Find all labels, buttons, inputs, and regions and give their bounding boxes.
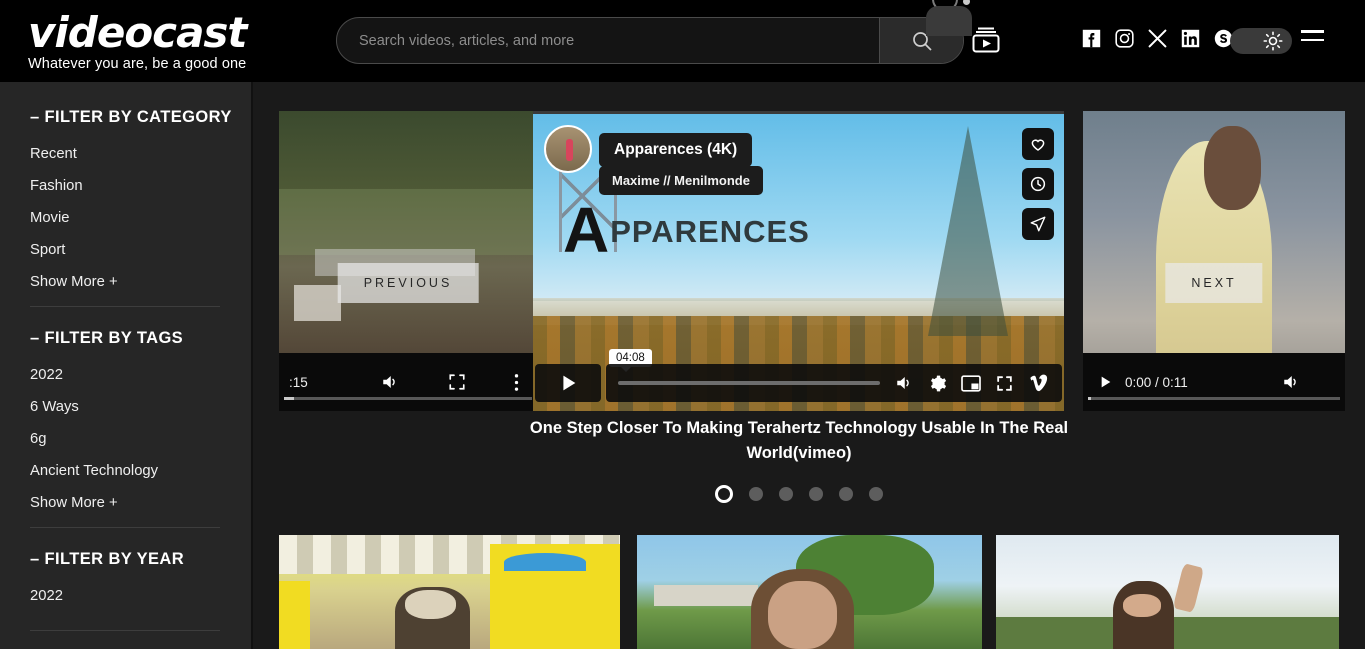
next-progress-bar[interactable]	[1088, 397, 1340, 400]
video-carousel: PREVIOUS :15 APPARENCES Apparences (4K) …	[252, 82, 1365, 503]
avatar[interactable]	[544, 125, 592, 173]
previous-progress-bar[interactable]	[284, 397, 532, 400]
filter-title: – FILTER BY YEAR	[30, 550, 185, 568]
filter-group-category: – FILTER BY CATEGORY Recent Fashion Movi…	[30, 108, 252, 290]
sidebar-show-more-tags[interactable]: Show More +	[30, 495, 252, 511]
eiffel-tower-shape	[928, 125, 1008, 336]
volume-icon[interactable]	[380, 373, 400, 391]
fullscreen-icon	[997, 375, 1012, 391]
sidebar-divider	[30, 527, 220, 528]
brand-name: videocast	[28, 7, 248, 57]
carousel-caption: One Step Closer To Making Terahertz Tech…	[529, 419, 1069, 462]
picture-in-picture-icon	[961, 374, 981, 392]
facebook-icon[interactable]	[1082, 29, 1101, 48]
linkedin-icon[interactable]	[1181, 29, 1200, 48]
previous-label: PREVIOUS	[337, 263, 479, 303]
instagram-icon[interactable]	[1115, 29, 1134, 48]
settings-button[interactable]	[928, 374, 947, 393]
next-time: 0:00 / 0:11	[1125, 374, 1188, 390]
carousel-previous-panel[interactable]: PREVIOUS :15	[279, 111, 537, 411]
filter-group-year: – FILTER BY YEAR 2022	[30, 550, 252, 604]
sidebar-show-more-category[interactable]: Show More +	[30, 274, 252, 290]
hero-progress-area[interactable]	[606, 364, 1062, 402]
filters-sidebar: – FILTER BY CATEGORY Recent Fashion Movi…	[0, 82, 252, 649]
volume-icon	[897, 377, 909, 389]
share-send-icon	[1030, 216, 1046, 232]
cast-screen-button[interactable]	[971, 26, 1001, 54]
carousel-dot-1[interactable]	[715, 485, 733, 503]
carousel-dots	[504, 485, 1094, 503]
vimeo-logo-icon	[1030, 374, 1048, 391]
main-content: PREVIOUS :15 APPARENCES Apparences (4K) …	[252, 82, 1365, 649]
site-header: videocast Whatever you are, be a good on…	[0, 0, 1365, 82]
thumbnail-woman-waving[interactable]	[996, 535, 1339, 649]
carousel-dot-2[interactable]	[749, 487, 763, 501]
play-icon	[563, 375, 576, 391]
hamburger-menu-button[interactable]	[1301, 30, 1324, 41]
watch-later-button[interactable]	[1022, 168, 1054, 200]
thumbnail-supermarket-woman[interactable]	[279, 535, 620, 649]
next-player-controls[interactable]: 0:00 / 0:11	[1083, 353, 1345, 411]
settings-gear-icon	[930, 375, 947, 391]
x-twitter-icon[interactable]	[1148, 29, 1167, 48]
hero-video-player[interactable]: AAPPARENCESPPARENCES Apparences (4K) Max…	[533, 111, 1064, 411]
carousel-dot-5[interactable]	[839, 487, 853, 501]
sidebar-item-6-ways[interactable]: 6 Ways	[30, 399, 252, 415]
share-button[interactable]	[1022, 208, 1054, 240]
sidebar-item-6g[interactable]: 6g	[30, 431, 252, 447]
hero-progress-bar[interactable]	[618, 381, 880, 385]
sidebar-divider	[30, 306, 220, 307]
like-button[interactable]	[1022, 128, 1054, 160]
cast-screen-icon	[972, 27, 1000, 53]
more-options-icon[interactable]	[514, 373, 519, 392]
sidebar-divider	[30, 630, 220, 631]
hero-player-controls	[535, 364, 1062, 402]
video-thumbnail-row	[252, 535, 1365, 649]
sidebar-main-divider	[251, 82, 253, 649]
hamburger-bar	[1301, 38, 1324, 41]
filter-group-tags: – FILTER BY TAGS 2022 6 Ways 6g Ancient …	[30, 329, 252, 511]
hamburger-bar	[1301, 30, 1324, 33]
sidebar-item-ancient-technology[interactable]: Ancient Technology	[30, 463, 252, 479]
fullscreen-button[interactable]	[995, 374, 1014, 393]
sidebar-item-fashion[interactable]: Fashion	[30, 178, 252, 194]
carousel-dot-6[interactable]	[869, 487, 883, 501]
header-right-cluster	[965, 0, 1365, 82]
filter-title: – FILTER BY TAGS	[30, 329, 184, 347]
poster-title-text: AAPPARENCESPPARENCES	[563, 194, 810, 266]
picture-in-picture-button[interactable]	[961, 374, 981, 392]
sidebar-item-sport[interactable]: Sport	[30, 242, 252, 258]
brand-tagline: Whatever you are, be a good one	[28, 55, 247, 72]
previous-player-controls[interactable]: :15	[279, 353, 537, 411]
carousel-next-panel[interactable]: NEXT 0:00 / 0:11	[1083, 111, 1345, 411]
like-heart-icon	[1031, 139, 1045, 151]
vimeo-button[interactable]	[1028, 374, 1050, 393]
search-bar[interactable]	[336, 17, 964, 64]
hero-action-buttons	[1022, 128, 1054, 240]
play-button[interactable]	[535, 364, 601, 402]
sidebar-item-movie[interactable]: Movie	[30, 210, 252, 226]
previous-time: :15	[289, 374, 308, 390]
watch-later-clock-icon	[1030, 176, 1046, 192]
next-label: NEXT	[1165, 263, 1263, 303]
carousel-dot-3[interactable]	[779, 487, 793, 501]
play-icon[interactable]	[1097, 374, 1113, 390]
search-input[interactable]	[337, 18, 879, 63]
volume-icon[interactable]	[1281, 373, 1301, 391]
hero-video-author[interactable]: Maxime // Menilmonde	[599, 166, 763, 195]
sidebar-item-year-2022[interactable]: 2022	[30, 588, 252, 604]
theme-toggle[interactable]	[1230, 28, 1292, 54]
brand-logo[interactable]: videocast Whatever you are, be a good on…	[0, 7, 280, 72]
sun-icon	[1263, 31, 1283, 51]
hero-video-title[interactable]: Apparences (4K)	[599, 133, 753, 167]
thumbnail-woman-outdoors[interactable]	[637, 535, 982, 649]
filter-title: – FILTER BY CATEGORY	[30, 108, 232, 126]
fullscreen-icon[interactable]	[448, 373, 466, 391]
sidebar-item-2022[interactable]: 2022	[30, 367, 252, 383]
social-links	[1082, 29, 1233, 48]
sidebar-item-recent[interactable]: Recent	[30, 146, 252, 162]
volume-button[interactable]	[894, 374, 914, 392]
carousel-dot-4[interactable]	[809, 487, 823, 501]
